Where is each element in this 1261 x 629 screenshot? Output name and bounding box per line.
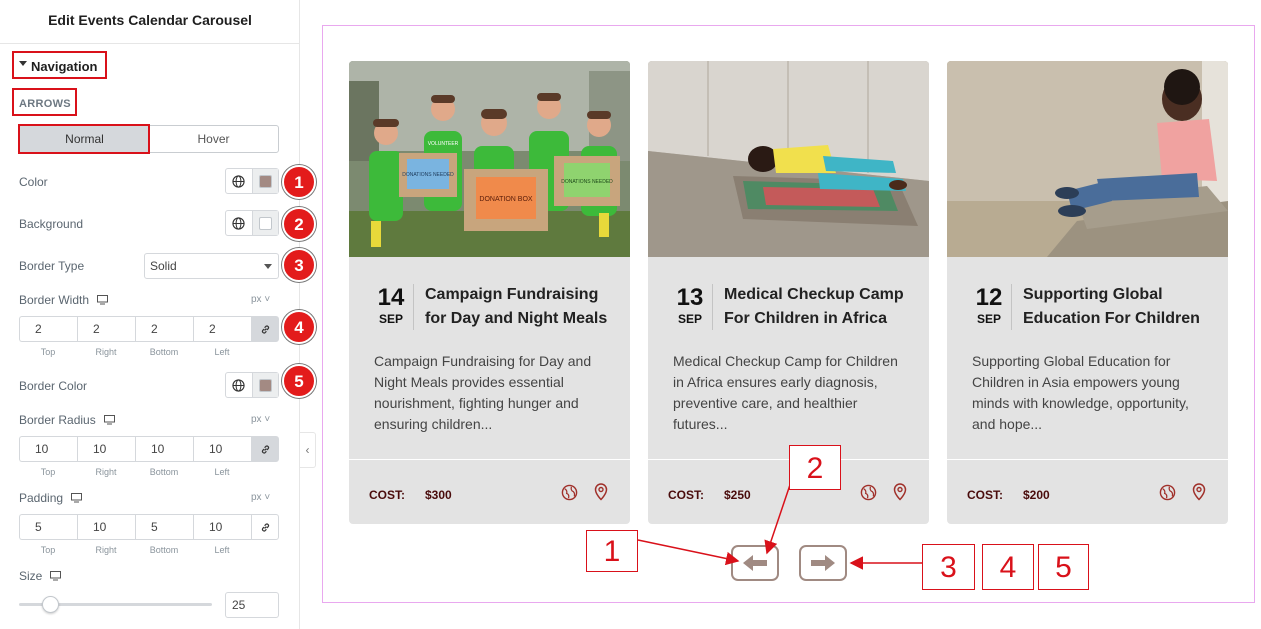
callout-3: 3 xyxy=(922,544,975,590)
callout-2: 2 xyxy=(789,445,841,490)
callout-5: 5 xyxy=(1038,544,1089,590)
callout-1: 1 xyxy=(586,530,638,572)
callout-4: 4 xyxy=(982,544,1034,590)
